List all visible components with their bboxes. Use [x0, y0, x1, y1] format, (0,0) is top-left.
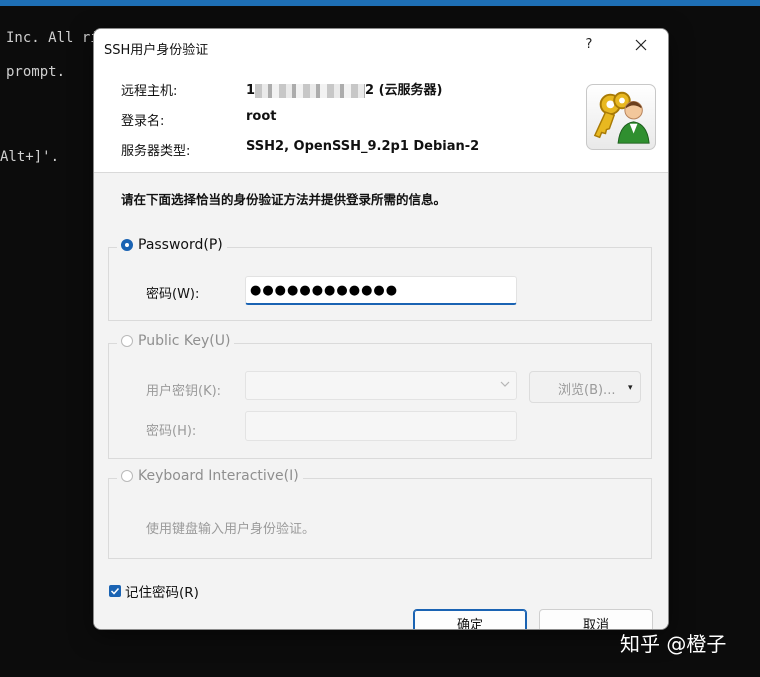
pubkey-radio-label: Public Key(U): [138, 333, 231, 349]
ok-button[interactable]: 确定: [413, 609, 527, 629]
browse-label: 浏览(B)...: [558, 383, 616, 398]
radio-checked-icon: [121, 239, 133, 251]
password-input[interactable]: ●●●●●●●●●●●●: [245, 276, 517, 305]
keyboard-interactive-radio[interactable]: Keyboard Interactive(I): [117, 468, 303, 484]
checkbox-checked-icon: [109, 585, 121, 597]
host-value: 12 (云服务器): [246, 83, 443, 98]
password-radio-label: Password(P): [138, 237, 223, 253]
radio-unchecked-icon: [121, 335, 133, 347]
close-icon: [635, 39, 647, 51]
dropdown-arrow-icon: ▾: [628, 383, 633, 393]
password-field-label: 密码(W):: [146, 287, 200, 302]
passphrase-label: 密码(H):: [146, 424, 197, 439]
browse-button[interactable]: 浏览(B)... ▾: [529, 371, 641, 403]
host-label: 远程主机:: [121, 84, 178, 99]
password-radio[interactable]: Password(P): [117, 237, 227, 253]
close-button[interactable]: [631, 35, 651, 55]
pubkey-group: Public Key(U) 用户密钥(K): 浏览(B)... ▾ 密码(H):: [108, 333, 652, 459]
terminal-line: prompt.: [6, 64, 66, 80]
redacted-ip: [255, 83, 366, 98]
userkey-select[interactable]: [245, 371, 517, 400]
keyboard-interactive-group: Keyboard Interactive(I) 使用键盘输入用户身份验证。: [108, 468, 652, 559]
remember-password-label: 记住密码(R): [125, 585, 199, 601]
ssh-auth-dialog: SSH用户身份验证 ? 远程主机: 12 (云服务器) 登录名: root 服务…: [94, 29, 668, 629]
help-button[interactable]: ?: [580, 37, 598, 55]
connection-info: 远程主机: 12 (云服务器) 登录名: root 服务器类型: SSH2, O…: [94, 65, 668, 173]
terminal-line: Alt+]'.: [0, 149, 60, 165]
chevron-down-icon: [500, 381, 510, 387]
server-type-value: SSH2, OpenSSH_9.2p1 Debian-2: [246, 139, 480, 154]
keyboard-interactive-hint: 使用键盘输入用户身份验证。: [146, 522, 316, 537]
keyboard-interactive-radio-label: Keyboard Interactive(I): [138, 468, 299, 484]
user-keys-icon: [586, 84, 656, 150]
pubkey-radio[interactable]: Public Key(U): [117, 333, 235, 349]
server-type-label: 服务器类型:: [121, 144, 191, 159]
cancel-button[interactable]: 取消: [539, 609, 653, 629]
auth-method-panel: 请在下面选择恰当的身份验证方法并提供登录所需的信息。 Password(P) 密…: [94, 173, 668, 629]
password-group: Password(P) 密码(W): ●●●●●●●●●●●●: [108, 237, 652, 321]
dialog-title: SSH用户身份验证: [104, 43, 209, 58]
passphrase-input[interactable]: [245, 411, 517, 441]
radio-unchecked-icon: [121, 470, 133, 482]
watermark: 知乎 @橙子: [620, 632, 727, 656]
userkey-label: 用户密钥(K):: [146, 384, 222, 399]
user-value: root: [246, 109, 277, 124]
remember-password-checkbox[interactable]: 记住密码(R): [109, 581, 199, 601]
terminal-line: Inc. All ri: [6, 30, 99, 46]
user-label: 登录名:: [121, 114, 165, 129]
dialog-titlebar[interactable]: SSH用户身份验证 ?: [94, 29, 668, 65]
instruction-text: 请在下面选择恰当的身份验证方法并提供登录所需的信息。: [121, 192, 447, 207]
